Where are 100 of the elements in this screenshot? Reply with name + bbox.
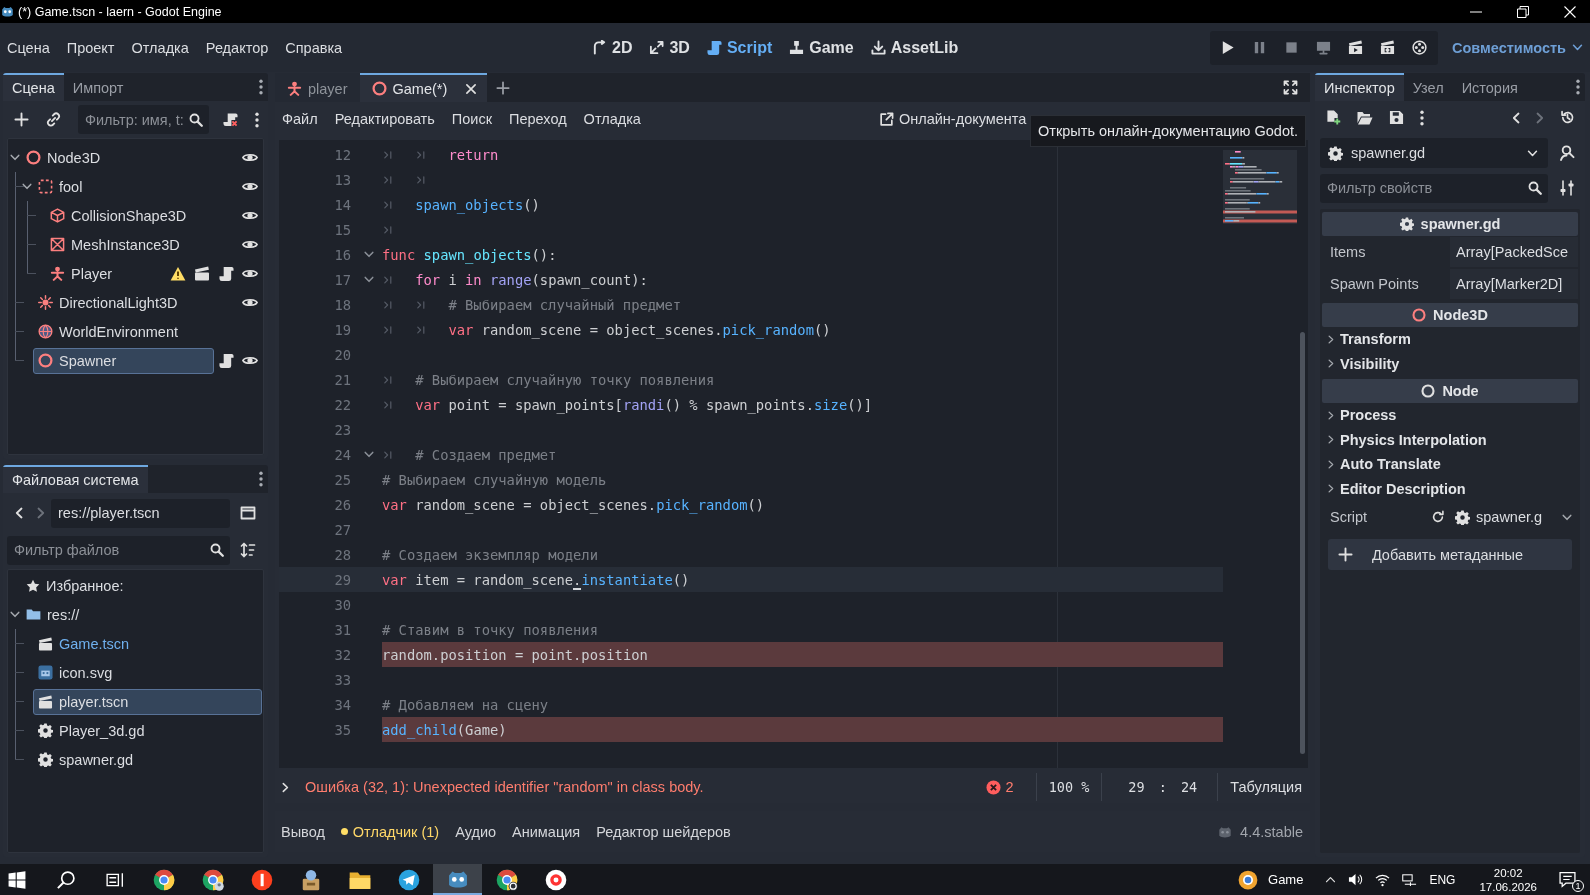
kebab-menu-icon[interactable] [1576, 79, 1580, 95]
docs-button[interactable]: Онлайн-документа [878, 111, 1027, 127]
eye-icon[interactable] [242, 153, 258, 162]
tree-item[interactable]: DirectionalLight3D [33, 289, 187, 316]
menu-item[interactable]: Справка [281, 39, 347, 56]
scrollbar-thumb[interactable] [1300, 332, 1305, 754]
person-search-icon[interactable] [1559, 145, 1575, 161]
workspace-tab[interactable]: 3D [649, 38, 690, 57]
clapperboard-icon[interactable] [1380, 40, 1396, 55]
filter-field[interactable]: Фильтр файлов [7, 535, 230, 565]
eye-icon[interactable] [242, 182, 258, 191]
close-icon[interactable] [465, 82, 478, 95]
eye-icon[interactable] [242, 269, 258, 278]
add-metadata-button[interactable]: Добавить метаданные [1328, 539, 1572, 570]
film-reel-icon[interactable] [1412, 40, 1428, 55]
property-value[interactable]: Array[PackedSce [1450, 237, 1578, 267]
workspace-tab[interactable]: Game [789, 38, 854, 57]
editor-tab[interactable]: player [275, 73, 360, 102]
expand-icon[interactable] [282, 781, 289, 793]
history-icon[interactable] [1560, 110, 1575, 125]
panel-tab[interactable]: История [1452, 73, 1527, 101]
fullscreen-icon[interactable] [1283, 80, 1298, 95]
indentation-button[interactable]: Табуляция [1230, 779, 1302, 795]
chevron-icon[interactable] [22, 183, 32, 190]
notification-icon[interactable] [1559, 871, 1576, 888]
reload-icon[interactable] [1431, 510, 1445, 524]
file-item[interactable]: icon.svg [33, 659, 122, 686]
eye-icon[interactable] [242, 356, 258, 365]
taskbar-button[interactable] [433, 864, 482, 895]
property-group[interactable]: Visibility [1322, 351, 1578, 376]
restore-icon[interactable] [1517, 5, 1529, 18]
workspace-tab[interactable]: 2D [592, 38, 633, 57]
link-icon[interactable] [46, 112, 61, 127]
panel-tab[interactable]: Инспектор [1315, 73, 1404, 101]
bottom-panel-tab[interactable]: Аудио [455, 823, 497, 840]
forward-icon[interactable] [37, 507, 45, 519]
kebab-menu-icon[interactable] [1420, 109, 1424, 126]
renderer-dropdown[interactable]: Совместимость [1452, 39, 1583, 56]
warning-icon[interactable] [170, 265, 186, 282]
eye-icon[interactable] [242, 298, 258, 307]
back-icon[interactable] [15, 507, 23, 519]
property-value[interactable]: Array[Marker2D] [1450, 269, 1578, 299]
network-icon[interactable] [1402, 872, 1418, 887]
menu-item[interactable]: Отладка [127, 39, 193, 56]
chevron-icon[interactable] [10, 611, 20, 618]
panel-tab[interactable]: Узел [1403, 73, 1453, 101]
forward-icon[interactable] [1536, 111, 1544, 124]
property-group[interactable]: Transform [1322, 327, 1578, 352]
tray-app-button[interactable]: Game [1230, 864, 1320, 895]
filter-field[interactable]: Фильтр свойств [1320, 173, 1548, 203]
scroll-remove-icon[interactable] [223, 111, 238, 128]
tree-item[interactable]: Player [45, 260, 122, 287]
workspace-tab[interactable]: AssetLib [870, 38, 959, 57]
path-field[interactable]: res://player.tscn [51, 498, 230, 528]
kebab-menu-icon[interactable] [259, 471, 263, 487]
speaker-icon[interactable] [1348, 872, 1364, 887]
clapperboard-icon[interactable] [194, 266, 210, 281]
menu-item[interactable]: Файл [278, 111, 322, 127]
property-group[interactable]: Auto Translate [1322, 452, 1578, 477]
chevron-icon[interactable] [1562, 513, 1572, 521]
tree-item[interactable]: WorldEnvironment [33, 318, 187, 345]
tree-item[interactable]: Node3D [21, 144, 110, 171]
favorites-item[interactable]: Избранное: [21, 572, 133, 599]
save-icon[interactable] [1389, 110, 1404, 125]
menu-item[interactable]: Поиск [447, 111, 496, 127]
clock-date[interactable]: 17.06.2026 [1479, 879, 1537, 894]
workspace-tab[interactable]: Script [706, 38, 773, 57]
bottom-panel-tab[interactable]: Анимация [512, 823, 581, 840]
menu-item[interactable]: Отладка [579, 111, 645, 127]
menu-item[interactable]: Проект [62, 39, 119, 56]
panel-tab[interactable]: Файловая система [3, 465, 148, 493]
language-indicator[interactable]: ENG [1429, 872, 1456, 887]
bottom-panel-tab[interactable]: Вывод [281, 823, 325, 840]
chevron-icon[interactable] [10, 154, 20, 161]
kebab-menu-icon[interactable] [255, 111, 259, 128]
file-item[interactable]: res:// [21, 601, 89, 628]
property-group[interactable]: Process [1322, 403, 1578, 428]
error-count-button[interactable]: 2 [985, 779, 1014, 795]
zoom-button[interactable]: 100 % [1048, 779, 1090, 795]
menu-item[interactable]: Редактор [201, 39, 273, 56]
clock-time[interactable]: 20:02 [1493, 865, 1523, 880]
script-value[interactable]: spawner.g [1445, 502, 1558, 532]
eye-icon[interactable] [242, 211, 258, 220]
tree-item[interactable]: Spawner [33, 347, 214, 374]
filter-field[interactable]: Фильтр: имя, t: [78, 105, 209, 134]
clapperboard-icon[interactable] [1348, 40, 1364, 55]
play-icon[interactable] [1220, 40, 1236, 55]
bottom-panel-tab[interactable]: Отладчик (1) [340, 823, 440, 840]
new-document-icon[interactable] [1326, 110, 1341, 125]
editor-tab[interactable]: Game(*) [359, 73, 488, 102]
menu-item[interactable]: Редактировать [330, 111, 439, 127]
scroll-icon[interactable] [218, 266, 234, 281]
panel-tab[interactable]: Импорт [63, 73, 133, 101]
eye-icon[interactable] [242, 240, 258, 249]
back-icon[interactable] [1512, 111, 1520, 124]
file-item[interactable]: player.tscn [33, 688, 262, 715]
chevron-up-icon[interactable] [1325, 876, 1337, 883]
add-tab-icon[interactable] [496, 80, 511, 95]
folder-icon[interactable] [1357, 109, 1373, 126]
file-item[interactable]: spawner.gd [33, 746, 143, 773]
